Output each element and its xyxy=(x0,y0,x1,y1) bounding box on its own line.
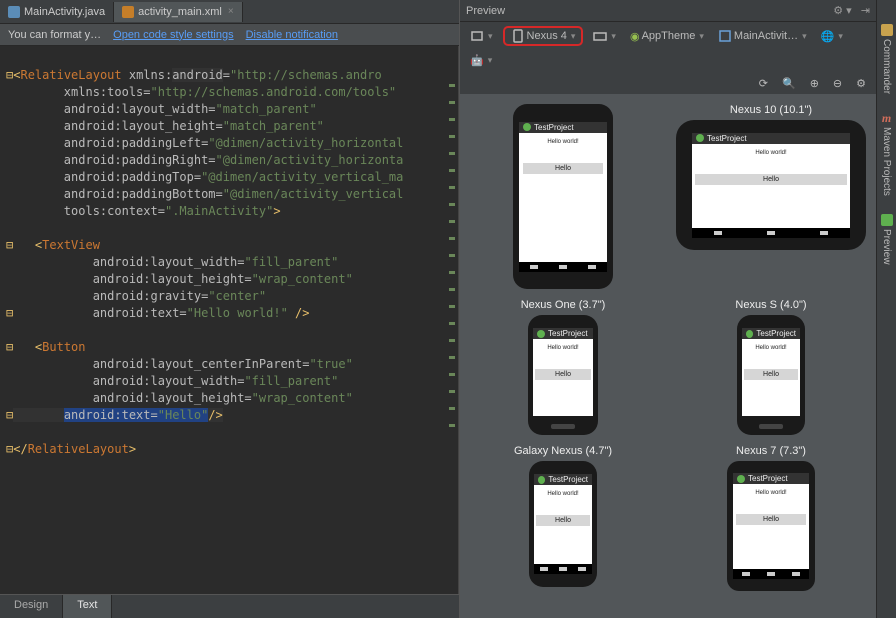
tab-activity-main-xml[interactable]: activity_main.xml × xyxy=(114,2,243,22)
theme-dropdown[interactable]: ◉AppTheme▾ xyxy=(626,28,708,45)
notification-banner: You can format y… Open code style settin… xyxy=(0,24,459,46)
tab-label: MainActivity.java xyxy=(24,6,105,18)
xml-file-icon xyxy=(122,6,134,18)
viewport-config-dropdown[interactable]: ▾ xyxy=(466,27,497,45)
right-tool-windows: Commander mMaven Projects Preview xyxy=(876,0,896,618)
tab-design[interactable]: Design xyxy=(0,595,63,618)
device-selected-label: Nexus 4 xyxy=(527,30,567,42)
code-editor[interactable]: ⊟<RelativeLayout xmlns:android="http://s… xyxy=(0,46,459,594)
api-level-dropdown[interactable]: 🤖▾ xyxy=(466,52,496,69)
toolwindow-commander[interactable]: Commander xyxy=(881,24,893,94)
zoom-in-icon[interactable]: ⊕ xyxy=(806,75,823,92)
preview-toolbar-2: ⟳ 🔍 ⊕ ⊖ ⚙ xyxy=(460,73,876,94)
settings-icon[interactable]: ⚙ xyxy=(852,75,870,92)
device-selector-dropdown[interactable]: Nexus 4 ▾ xyxy=(503,26,584,46)
close-icon[interactable]: × xyxy=(228,6,234,17)
device-nexusone[interactable]: Nexus One (3.7") TestProject Hello world… xyxy=(470,299,656,435)
preview-panel: Preview ⚙ ▾ ⇥ ▾ Nexus 4 ▾ ▾ ◉AppTheme▾ M… xyxy=(460,0,876,618)
orientation-dropdown[interactable]: ▾ xyxy=(589,27,620,45)
disable-notification-link[interactable]: Disable notification xyxy=(246,29,338,41)
editor-panel: MainActivity.java activity_main.xml × Yo… xyxy=(0,0,460,618)
preview-title: Preview xyxy=(466,5,505,17)
device-nexuss[interactable]: Nexus S (4.0") TestProject Hello world!H… xyxy=(676,299,866,435)
locale-dropdown[interactable]: 🌐▾ xyxy=(817,28,847,45)
preview-header: Preview ⚙ ▾ ⇥ xyxy=(460,0,876,22)
editor-tabs: MainActivity.java activity_main.xml × xyxy=(0,0,459,24)
tab-mainactivity-java[interactable]: MainActivity.java xyxy=(0,2,114,22)
banner-message: You can format y… xyxy=(8,29,101,41)
zoom-actual-icon[interactable]: 🔍 xyxy=(778,75,800,92)
activity-dropdown[interactable]: MainActivit…▾ xyxy=(714,27,811,45)
open-code-style-link[interactable]: Open code style settings xyxy=(113,29,233,41)
toolwindow-maven[interactable]: mMaven Projects xyxy=(881,112,893,196)
hide-panel-icon[interactable]: ⇥ xyxy=(861,5,870,17)
tab-label: activity_main.xml xyxy=(138,6,222,18)
marker-stripe xyxy=(449,50,457,475)
device-galaxynexus[interactable]: Galaxy Nexus (4.7") TestProject Hello wo… xyxy=(470,445,656,591)
preview-area: TestProject Hello world!Hello Nexus 10 (… xyxy=(460,94,876,618)
java-file-icon xyxy=(8,6,20,18)
toolwindow-preview[interactable]: Preview xyxy=(881,214,893,265)
editor-mode-tabs: Design Text xyxy=(0,594,459,618)
zoom-out-icon[interactable]: ⊖ xyxy=(829,75,846,92)
preview-toolbar: ▾ Nexus 4 ▾ ▾ ◉AppTheme▾ MainActivit…▾ 🌐… xyxy=(460,22,876,73)
device-nexus10[interactable]: Nexus 10 (10.1") TestProject Hello world… xyxy=(676,104,866,289)
gear-icon[interactable]: ⚙ ▾ xyxy=(833,5,851,17)
tab-text[interactable]: Text xyxy=(63,595,112,618)
device-nexus7[interactable]: Nexus 7 (7.3") TestProject Hello world!H… xyxy=(676,445,866,591)
device-nexus4[interactable]: TestProject Hello world!Hello xyxy=(470,104,656,289)
refresh-icon[interactable]: ⟳ xyxy=(755,75,772,92)
